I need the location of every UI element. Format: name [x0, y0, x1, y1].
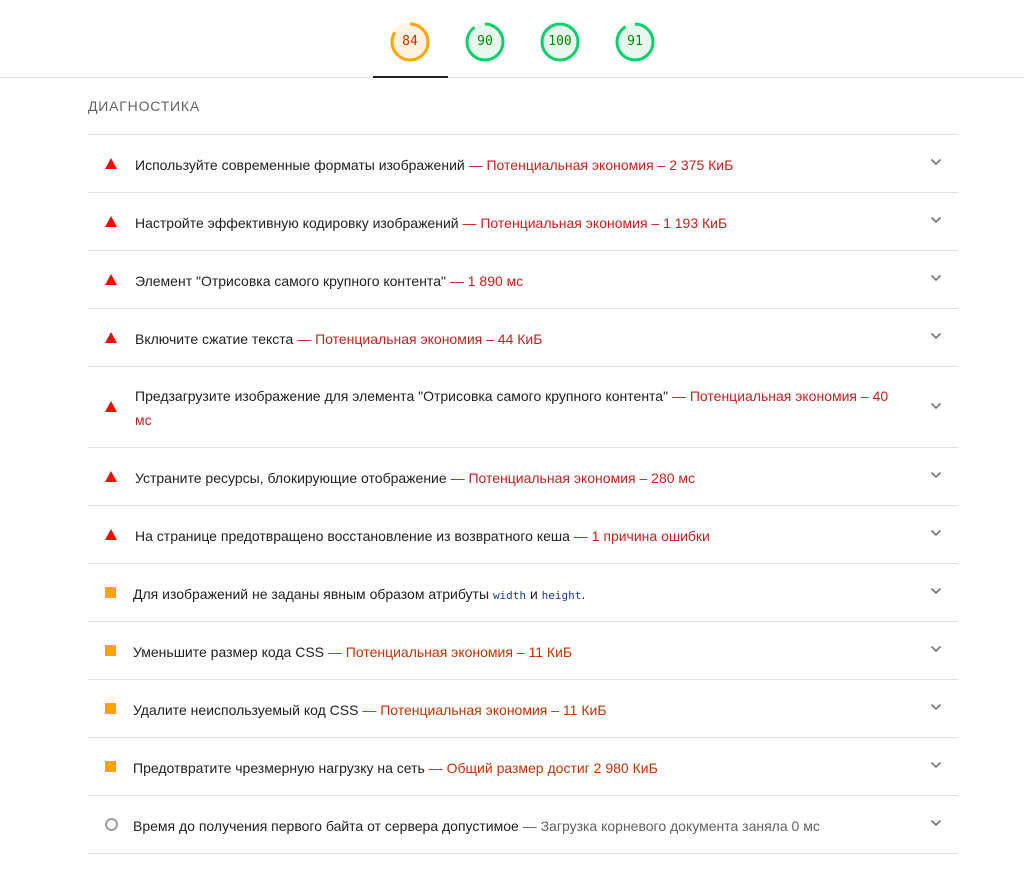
- audit-row[interactable]: Используйте современные форматы изображе…: [88, 135, 958, 193]
- gauge-score: 84: [402, 34, 418, 49]
- audit-text: Уменьшите размер кода CSS — Потенциальна…: [133, 640, 908, 664]
- expand-chevron-icon[interactable]: [930, 400, 942, 412]
- fail-triangle-icon: [105, 401, 117, 412]
- gauge-tab-accessibility[interactable]: 90: [448, 0, 523, 77]
- audit-text: Удалите неиспользуемый код CSS — Потенци…: [133, 698, 908, 722]
- gauge-score: 91: [627, 34, 643, 49]
- score-gauge: 84: [390, 22, 430, 62]
- audit-text: Предзагрузите изображение для элемента "…: [135, 384, 908, 432]
- expand-chevron-icon[interactable]: [930, 585, 942, 597]
- audit-display-value: — Общий размер достиг 2 980 КиБ: [428, 760, 658, 776]
- audit-display-value: — Загрузка корневого документа заняла 0 …: [522, 818, 820, 834]
- code-attr-height: height: [541, 589, 582, 602]
- audit-list: Используйте современные форматы изображе…: [88, 134, 958, 854]
- audit-row[interactable]: Устраните ресурсы, блокирующие отображен…: [88, 448, 958, 506]
- gauge-score: 100: [548, 34, 572, 49]
- fail-triangle-icon: [105, 471, 117, 482]
- score-gauge: 100: [540, 22, 580, 62]
- audit-display-value: — Потенциальная экономия – 44 КиБ: [297, 331, 543, 347]
- audit-title: Время до получения первого байта от серв…: [133, 818, 519, 834]
- expand-chevron-icon[interactable]: [930, 469, 942, 481]
- audit-title: На странице предотвращено восстановление…: [135, 528, 570, 544]
- audit-row[interactable]: Предотвратите чрезмерную нагрузку на сет…: [88, 738, 958, 796]
- audit-title: Устраните ресурсы, блокирующие отображен…: [135, 470, 447, 486]
- audit-display-value: — Потенциальная экономия – 2 375 КиБ: [468, 157, 734, 173]
- gauge-tabs: 84 90 100 91: [373, 0, 673, 78]
- audit-text: Используйте современные форматы изображе…: [135, 153, 908, 177]
- gauge-tab-seo[interactable]: 91: [598, 0, 673, 77]
- fail-triangle-icon: [105, 274, 117, 285]
- fail-triangle-icon: [105, 158, 117, 169]
- audit-row[interactable]: Время до получения первого байта от серв…: [88, 796, 958, 854]
- expand-chevron-icon[interactable]: [930, 156, 942, 168]
- audit-text: Предотвратите чрезмерную нагрузку на сет…: [133, 756, 908, 780]
- audit-text: Элемент "Отрисовка самого крупного конте…: [135, 269, 908, 293]
- gauge-tab-performance[interactable]: 84: [373, 0, 448, 78]
- audit-display-value: — 1 890 мс: [449, 273, 524, 289]
- expand-chevron-icon[interactable]: [930, 759, 942, 771]
- audit-row[interactable]: Уменьшите размер кода CSS — Потенциальна…: [88, 622, 958, 680]
- audit-display-value: — Потенциальная экономия – 1 193 КиБ: [462, 215, 728, 231]
- audit-title-end: .: [581, 586, 586, 602]
- section-title: ДИАГНОСТИКА: [88, 98, 201, 114]
- audit-row[interactable]: Предзагрузите изображение для элемента "…: [88, 367, 958, 448]
- audit-title: Используйте современные форматы изображе…: [135, 157, 465, 173]
- audit-text: Включите сжатие текста — Потенциальная э…: [135, 327, 908, 351]
- average-square-icon: [105, 761, 116, 772]
- code-attr-width: width: [492, 589, 527, 602]
- fail-triangle-icon: [105, 216, 117, 227]
- audit-title-conjunction: и: [529, 586, 538, 602]
- audit-text: Устраните ресурсы, блокирующие отображен…: [135, 466, 908, 490]
- audit-title: Уменьшите размер кода CSS: [133, 644, 324, 660]
- expand-chevron-icon[interactable]: [930, 214, 942, 226]
- audit-title: Включите сжатие текста: [135, 331, 294, 347]
- average-square-icon: [105, 645, 116, 656]
- audit-row[interactable]: Для изображений не заданы явным образом …: [88, 564, 958, 622]
- audit-title: Элемент "Отрисовка самого крупного конте…: [135, 273, 446, 289]
- score-gauge: 90: [465, 22, 505, 62]
- audit-display-value: — 1 причина ошибки: [573, 528, 710, 544]
- average-square-icon: [105, 703, 116, 714]
- audit-row[interactable]: Элемент "Отрисовка самого крупного конте…: [88, 251, 958, 309]
- audit-text: Для изображений не заданы явным образом …: [133, 582, 908, 608]
- category-gauges-bar: 84 90 100 91: [0, 0, 1024, 78]
- audit-text: Время до получения первого байта от серв…: [133, 814, 908, 838]
- audit-title: Предзагрузите изображение для элемента "…: [135, 388, 669, 404]
- gauge-score: 90: [477, 34, 493, 49]
- average-square-icon: [105, 587, 116, 598]
- gauge-tab-best-practices[interactable]: 100: [523, 0, 598, 77]
- audit-text: На странице предотвращено восстановление…: [135, 524, 908, 548]
- audit-title: Настройте эффективную кодировку изображе…: [135, 215, 459, 231]
- audit-text: Настройте эффективную кодировку изображе…: [135, 211, 908, 235]
- audit-display-value: — Потенциальная экономия – 280 мс: [450, 470, 696, 486]
- audit-row[interactable]: Включите сжатие текста — Потенциальная э…: [88, 309, 958, 367]
- audit-row[interactable]: Удалите неиспользуемый код CSS — Потенци…: [88, 680, 958, 738]
- fail-triangle-icon: [105, 332, 117, 343]
- audit-row[interactable]: На странице предотвращено восстановление…: [88, 506, 958, 564]
- audit-title: Для изображений не заданы явным образом …: [133, 586, 490, 602]
- audit-display-value: — Потенциальная экономия – 11 КиБ: [327, 644, 573, 660]
- expand-chevron-icon[interactable]: [930, 330, 942, 342]
- expand-chevron-icon[interactable]: [930, 527, 942, 539]
- audit-title: Удалите неиспользуемый код CSS: [133, 702, 359, 718]
- audit-display-value: — Потенциальная экономия – 11 КиБ: [362, 702, 607, 718]
- fail-triangle-icon: [105, 529, 117, 540]
- score-gauge: 91: [615, 22, 655, 62]
- info-circle-icon: [105, 818, 118, 831]
- audit-title: Предотвратите чрезмерную нагрузку на сет…: [133, 760, 425, 776]
- expand-chevron-icon[interactable]: [930, 701, 942, 713]
- expand-chevron-icon[interactable]: [930, 643, 942, 655]
- expand-chevron-icon[interactable]: [930, 817, 942, 829]
- audit-row[interactable]: Настройте эффективную кодировку изображе…: [88, 193, 958, 251]
- expand-chevron-icon[interactable]: [930, 272, 942, 284]
